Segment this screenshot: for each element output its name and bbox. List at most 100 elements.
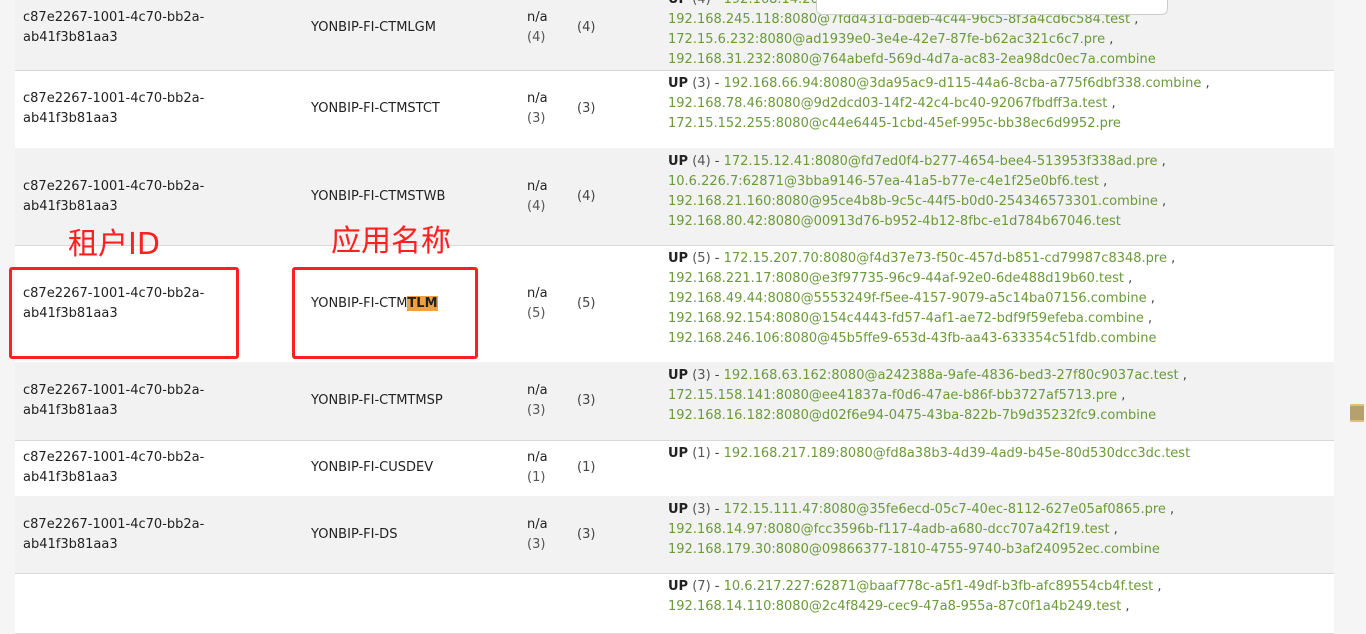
- instance-link[interactable]: 192.168.14.20: [724, 0, 819, 7]
- instance-count-cell: (3): [577, 101, 596, 116]
- status-cell: n/a (4): [527, 8, 567, 48]
- instance-link[interactable]: 192.168.80.42:8080@00913d76-b952-4b12-8f…: [668, 214, 1121, 229]
- up-label: UP: [668, 579, 689, 594]
- status-text: n/a: [527, 516, 548, 532]
- instance-line: 172.15.158.141:8080@ee41837a-f0d6-47ae-b…: [668, 388, 1126, 403]
- up-count: (1): [692, 446, 711, 461]
- up-label: UP: [668, 154, 689, 169]
- tenant-id-cell: c87e2267-1001-4c70-bb2a-ab41f3b81aa3: [23, 450, 205, 485]
- instance-link[interactable]: 172.15.158.141:8080@ee41837a-f0d6-47ae-b…: [668, 388, 1117, 403]
- status-text: n/a: [527, 91, 548, 106]
- instance-line: UP (1) - 192.168.217.189:8080@fd8a38b3-4…: [668, 446, 1191, 461]
- app-name-cell: YONBIP-FI-CTMTMSP: [311, 393, 443, 408]
- instance-count-cell: (3): [577, 526, 596, 542]
- instance-link[interactable]: 192.168.221.17:8080@e3f97735-96c9-44af-9…: [668, 271, 1124, 286]
- instance-line: 172.15.152.255:8080@c44e6445-1cbd-45ef-9…: [668, 114, 1328, 134]
- tenant-id-cell: c87e2267-1001-4c70-bb2a-ab41f3b81aa3: [23, 516, 205, 552]
- instance-link[interactable]: 172.15.111.47:8080@35fe6ecd-05c7-40ec-81…: [724, 502, 1166, 517]
- instance-link[interactable]: 192.168.246.106:8080@45b5ffe9-653d-43fb-…: [668, 331, 1156, 346]
- up-count: (4): [692, 0, 710, 7]
- instance-link[interactable]: 192.168.78.46:8080@9d2dcd03-14f2-42c4-bc…: [668, 96, 1107, 111]
- instance-link[interactable]: 192.168.217.189:8080@fd8a38b3-4d39-4ad9-…: [724, 446, 1191, 461]
- up-count: (3): [692, 76, 711, 91]
- status-cell: n/a (3): [527, 515, 567, 555]
- instance-link[interactable]: 10.6.217.227:62871@baaf778c-a5f1-49df-b3…: [724, 579, 1154, 594]
- up-count: (5): [692, 251, 711, 266]
- instances-cell: UP (5) - 172.15.207.70:8080@f4d37e73-f50…: [668, 249, 1328, 349]
- instance-link[interactable]: 192.168.16.182:8080@d02f6e94-0475-43ba-8…: [668, 408, 1156, 423]
- status-count: (5): [527, 305, 546, 321]
- up-label: UP: [668, 502, 689, 517]
- app-name-cell: YONBIP-FI-DS: [311, 526, 398, 542]
- instance-link[interactable]: 172.15.152.255:8080@c44e6445-1cbd-45ef-9…: [668, 116, 1121, 131]
- instances-cell: UP (4) - 172.15.12.41:8080@fd7ed0f4-b277…: [668, 152, 1328, 232]
- instance-line: 192.168.21.160:8080@95ce4b8b-9c5c-44f5-b…: [668, 194, 1167, 209]
- status-text: n/a: [527, 383, 548, 398]
- instance-line: UP (4) - 172.15.12.41:8080@fd7ed0f4-b277…: [668, 154, 1166, 169]
- up-label: UP: [668, 368, 689, 383]
- instance-link[interactable]: 10.6.226.7:62871@3bba9146-57ea-41a5-b77e…: [668, 174, 1099, 189]
- scrollbar-marker[interactable]: [1350, 404, 1364, 422]
- table-row: c87e2267-1001-4c70-bb2a-ab41f3b81aa3 YONB…: [15, 148, 1334, 246]
- instance-count-cell: (3): [577, 393, 596, 408]
- table-row: c87e2267-1001-4c70-bb2a-ab41f3b81aa3 YONB…: [15, 440, 1334, 497]
- tenant-id-cell: c87e2267-1001-4c70-bb2a-ab41f3b81aa3: [23, 10, 205, 45]
- annotation-app-box: [292, 267, 478, 359]
- instance-link[interactable]: 192.168.14.110:8080@2c4f8429-cec9-47a8-9…: [668, 599, 1121, 614]
- status-count: (3): [527, 111, 546, 126]
- instance-line: 192.168.49.44:8080@5553249f-f5ee-4157-90…: [668, 291, 1155, 306]
- up-count: (4): [692, 154, 711, 169]
- instance-line: UP (3) - 172.15.111.47:8080@35fe6ecd-05c…: [668, 502, 1175, 517]
- tenant-id-cell: c87e2267-1001-4c70-bb2a-ab41f3b81aa3: [23, 178, 205, 214]
- app-name-cell: YONBIP-FI-CTMLGM: [311, 20, 436, 35]
- status-count: (3): [527, 403, 546, 418]
- instance-line: UP (3) - 192.168.66.94:8080@3da95ac9-d11…: [668, 76, 1210, 91]
- status-count: (4): [527, 198, 546, 214]
- instance-link[interactable]: 192.168.14.97:8080@fcc3596b-f117-4adb-a6…: [668, 522, 1110, 537]
- status-count: (1): [527, 470, 546, 485]
- instance-line: 192.168.31.232:8080@764abefd-569d-4d7a-a…: [668, 50, 1328, 70]
- up-label: UP: [668, 0, 688, 7]
- up-count: (3): [692, 502, 711, 517]
- instance-link[interactable]: 192.168.21.160:8080@95ce4b8b-9c5c-44f5-b…: [668, 194, 1158, 209]
- instance-line: 192.168.16.182:8080@d02f6e94-0475-43ba-8…: [668, 406, 1328, 426]
- instance-count-cell: (5): [577, 295, 596, 311]
- status-text: n/a: [527, 178, 548, 194]
- instances-cell: UP (3) - 192.168.63.162:8080@a242388a-9a…: [668, 366, 1328, 426]
- instance-line: 10.6.226.7:62871@3bba9146-57ea-41a5-b77e…: [668, 174, 1108, 189]
- instance-link[interactable]: 192.168.49.44:8080@5553249f-f5ee-4157-90…: [668, 291, 1147, 306]
- instance-line: 192.168.179.30:8080@09866377-1810-4755-9…: [668, 540, 1328, 560]
- table-row: c87e2267-1001-4c70-bb2a-ab41f3b81aa3 YONB…: [15, 362, 1334, 441]
- status-cell: n/a (1): [527, 448, 567, 488]
- up-label: UP: [668, 446, 689, 461]
- table-row: c87e2267-1001-4c70-bb2a-ab41f3b81aa3 YONB…: [15, 496, 1334, 574]
- instance-link[interactable]: 192.168.31.232:8080@764abefd-569d-4d7a-a…: [668, 52, 1156, 67]
- tenant-id-cell: c87e2267-1001-4c70-bb2a-ab41f3b81aa3: [23, 91, 205, 126]
- instances-cell: UP (3) - 172.15.111.47:8080@35fe6ecd-05c…: [668, 500, 1328, 560]
- instance-link[interactable]: 192.168.92.154:8080@154c4443-fd57-4af1-a…: [668, 311, 1144, 326]
- up-count: (3): [692, 368, 711, 383]
- popup-overlay: [816, 0, 1168, 15]
- status-text: n/a: [527, 450, 548, 465]
- instance-line: 192.168.14.97:8080@fcc3596b-f117-4adb-a6…: [668, 522, 1118, 537]
- instance-line: UP (7) - 10.6.217.227:62871@baaf778c-a5f…: [668, 579, 1162, 594]
- instance-link[interactable]: 172.15.207.70:8080@f4d37e73-f50c-457d-b8…: [724, 251, 1167, 266]
- instance-link[interactable]: 172.15.12.41:8080@fd7ed0f4-b277-4654-bee…: [724, 154, 1158, 169]
- instance-link[interactable]: 192.168.179.30:8080@09866377-1810-4755-9…: [668, 542, 1160, 557]
- instance-line: UP (3) - 192.168.63.162:8080@a242388a-9a…: [668, 368, 1187, 383]
- instance-line: 172.15.6.232:8080@ad1939e0-3e4e-42e7-87f…: [668, 32, 1114, 47]
- status-count: (3): [527, 536, 546, 552]
- instance-link[interactable]: 192.168.63.162:8080@a242388a-9afe-4836-b…: [724, 368, 1179, 383]
- instance-count-cell: (4): [577, 188, 596, 204]
- instance-count-cell: (1): [577, 460, 596, 475]
- instances-cell: UP (7) - 10.6.217.227:62871@baaf778c-a5f…: [668, 577, 1328, 617]
- instance-link[interactable]: 172.15.6.232:8080@ad1939e0-3e4e-42e7-87f…: [668, 32, 1105, 47]
- instances-cell: UP (1) - 192.168.217.189:8080@fd8a38b3-4…: [668, 444, 1328, 464]
- instance-line: 192.168.246.106:8080@45b5ffe9-653d-43fb-…: [668, 329, 1328, 349]
- instance-line: 192.168.78.46:8080@9d2dcd03-14f2-42c4-bc…: [668, 96, 1116, 111]
- up-label: UP: [668, 76, 689, 91]
- app-name-cell: YONBIP-FI-CTMSTWB: [311, 188, 446, 204]
- up-label: UP: [668, 251, 689, 266]
- table-row: UP (7) - 10.6.217.227:62871@baaf778c-a5f…: [15, 573, 1334, 634]
- instance-link[interactable]: 192.168.66.94:8080@3da95ac9-d115-44a6-8c…: [724, 76, 1202, 91]
